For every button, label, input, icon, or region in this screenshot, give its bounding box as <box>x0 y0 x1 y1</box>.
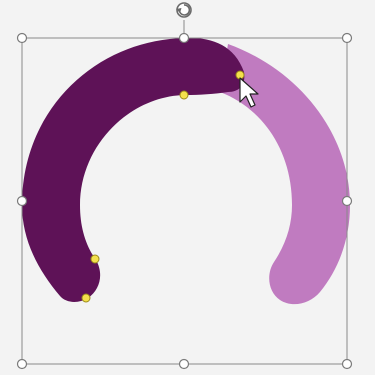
resize-handle-right[interactable] <box>341 195 353 207</box>
adjust-handle-inner-top[interactable] <box>179 90 189 100</box>
resize-handle-bottom-left[interactable] <box>16 358 28 370</box>
arc-segment-dark[interactable] <box>22 37 245 302</box>
resize-handle-top[interactable] <box>178 32 190 44</box>
resize-handle-top-right[interactable] <box>341 32 353 44</box>
resize-handle-top-left[interactable] <box>16 32 28 44</box>
shape-editing-surface[interactable] <box>0 0 375 375</box>
slide-canvas[interactable] <box>0 0 375 375</box>
resize-handle-left[interactable] <box>16 195 28 207</box>
resize-handle-bottom[interactable] <box>178 358 190 370</box>
resize-handle-bottom-right[interactable] <box>341 358 353 370</box>
adjust-handle-arc-start-inner[interactable] <box>90 254 100 264</box>
rotate-icon[interactable] <box>176 2 192 18</box>
adjust-handle-arc-start-outer[interactable] <box>81 293 91 303</box>
